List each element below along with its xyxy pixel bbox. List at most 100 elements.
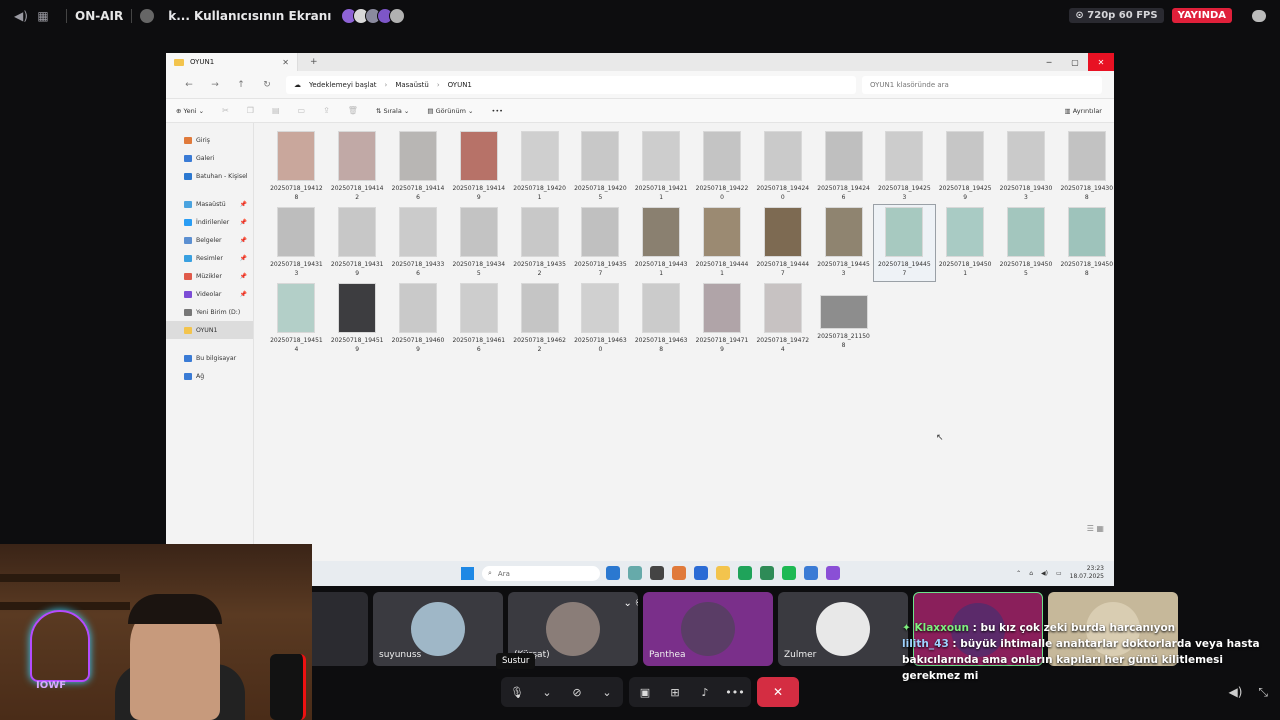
chevron-down-icon[interactable]: ⌄ [597,686,617,699]
new-tab-icon[interactable]: + [310,57,318,67]
up-icon[interactable]: ↑ [228,80,254,90]
file-item[interactable]: 20250718_19444 7 [752,205,813,281]
file-item[interactable]: 20250718_19430 8 [1056,129,1114,205]
nav-item[interactable]: Galeri [166,149,253,167]
taskbar-app-icon[interactable] [694,566,708,580]
details-button[interactable]: ▥ Ayrıntılar [1065,107,1103,115]
explorer-tab[interactable]: OYUN1 ✕ [166,53,298,71]
minimize-icon[interactable]: ─ [1036,53,1062,71]
maximize-icon[interactable]: ▢ [1062,53,1088,71]
file-item[interactable]: 20250718_19433 6 [388,205,449,281]
taskbar-app-icon[interactable] [716,566,730,580]
file-item[interactable]: 20250718_19450 1 [935,205,996,281]
taskbar-app-icon[interactable] [672,566,686,580]
taskbar-app-icon[interactable] [826,566,840,580]
nav-item[interactable]: Bu bilgisayar [166,349,253,367]
chat-username[interactable]: Klaxxoun [914,622,969,634]
file-item[interactable]: 20250718_19451 4 [266,281,327,357]
taskbar-app-icon[interactable] [628,566,642,580]
start-icon[interactable] [461,567,474,580]
file-item[interactable]: 20250718_19444 1 [692,205,753,281]
delete-icon[interactable]: 🗑 [348,106,358,115]
network-icon[interactable]: ⌂ [1029,570,1033,577]
nav-item[interactable]: Müzikler 📌 [166,267,253,285]
soundboard-icon[interactable]: ♪ [695,686,715,699]
gamepad-icon[interactable]: ⊞ [665,686,685,699]
file-item[interactable]: 20250718_19421 1 [631,129,692,205]
nav-item[interactable]: Ağ [166,367,253,385]
cut-icon[interactable]: ✂ [222,106,229,115]
screen-share-icon[interactable]: ▣ [635,686,655,699]
file-item[interactable]: 20250718_19451 9 [327,281,388,357]
refresh-icon[interactable]: ↻ [254,80,280,90]
viewer-avatars[interactable] [341,8,406,24]
sort-button[interactable]: ⇅ Sırala ⌄ [376,107,409,115]
grid-icon[interactable]: ▦ [36,9,50,23]
chat-icon[interactable] [1252,9,1266,22]
file-item[interactable]: 20250718_19414 6 [388,129,449,205]
copy-icon[interactable]: ❐ [247,106,254,115]
participant-tile[interactable]: Panthea [643,592,773,666]
file-item[interactable]: 20250718_19471 9 [692,281,753,357]
chevron-down-icon[interactable]: ⌄ [537,686,557,699]
taskbar-app-icon[interactable] [804,566,818,580]
nav-item[interactable]: Batuhan - Kişisel [166,167,253,185]
new-button[interactable]: ⊕ Yeni ⌄ [176,107,204,115]
file-item[interactable]: 20250718_19434 5 [448,205,509,281]
rename-icon[interactable]: ▭ [298,106,306,115]
file-item[interactable]: 20250718_19412 8 [266,129,327,205]
file-item[interactable]: 20250718_19460 9 [388,281,449,357]
volume-icon[interactable]: ◀) [1228,685,1242,700]
breadcrumb-item[interactable]: Masaüstü [395,81,429,89]
taskbar-app-icon[interactable] [738,566,752,580]
file-item[interactable]: 20250718_19472 4 [752,281,813,357]
file-item[interactable]: 20250718_19461 6 [448,281,509,357]
file-item[interactable]: 20250718_19463 8 [631,281,692,357]
breadcrumb[interactable]: ☁ Yedeklemeyi başlat › Masaüstü › OYUN1 [286,75,856,94]
camera-off-icon[interactable]: ⊘ [567,686,587,699]
file-item[interactable]: 20250718_19435 2 [509,205,570,281]
viewer-avatar[interactable] [389,8,406,24]
more-icon[interactable]: ••• [725,686,745,699]
file-item[interactable]: 20250718_19424 0 [752,129,813,205]
file-item[interactable]: 20250718_19450 8 [1056,205,1114,281]
file-item[interactable]: 20250718_19435 7 [570,205,631,281]
file-item[interactable]: 20250718_19462 2 [509,281,570,357]
breadcrumb-item[interactable]: Yedeklemeyi başlat [309,81,377,89]
participant-tile[interactable]: suyunuss [373,592,503,666]
volume-icon[interactable]: ◀) [14,9,28,23]
taskbar-search-input[interactable]: ⌕ Ara [482,566,600,581]
view-button[interactable]: ▤ Görünüm ⌄ [427,107,473,115]
paste-icon[interactable]: ▤ [272,106,280,115]
end-call-button[interactable]: ✕ [757,677,799,707]
nav-item[interactable]: OYUN1 [166,321,253,339]
nav-item[interactable]: Masaüstü 📌 [166,195,253,213]
file-item[interactable]: 20250718_19431 3 [266,205,327,281]
close-window-icon[interactable]: ✕ [1088,53,1114,71]
close-tab-icon[interactable]: ✕ [282,58,289,67]
file-item[interactable]: 20250718_19463 0 [570,281,631,357]
breadcrumb-item[interactable]: OYUN1 [448,81,472,89]
file-item[interactable]: 20250718_19431 9 [327,205,388,281]
mic-icon[interactable]: 🎙 [507,686,527,699]
file-item[interactable]: 20250718_19430 3 [996,129,1057,205]
nav-item[interactable]: Yeni Birim (D:) [166,303,253,321]
file-item[interactable]: 20250718_19425 9 [935,129,996,205]
taskbar-app-icon[interactable] [650,566,664,580]
tray-chevron-icon[interactable]: ⌃ [1016,570,1021,577]
view-toggle-icons[interactable]: ☰ ▦ [1087,524,1104,533]
chat-username[interactable]: lilith_43 [902,638,949,650]
file-item[interactable]: 20250718_21150 8 [813,281,874,357]
back-icon[interactable]: ← [176,80,202,90]
nav-item[interactable]: Belgeler 📌 [166,231,253,249]
file-item[interactable]: 20250718_19420 5 [570,129,631,205]
file-item[interactable]: 20250718_19420 1 [509,129,570,205]
participant-tile[interactable]: Zulmer [778,592,908,666]
file-item[interactable]: 20250718_19445 3 [813,205,874,281]
fullscreen-exit-icon[interactable]: ⤡ [1258,685,1268,700]
taskbar-app-icon[interactable] [782,566,796,580]
file-item[interactable]: 20250718_19425 3 [874,129,935,205]
taskbar-app-icon[interactable] [760,566,774,580]
file-item[interactable]: 20250718_19445 7 [872,204,936,282]
taskbar-app-icon[interactable] [606,566,620,580]
